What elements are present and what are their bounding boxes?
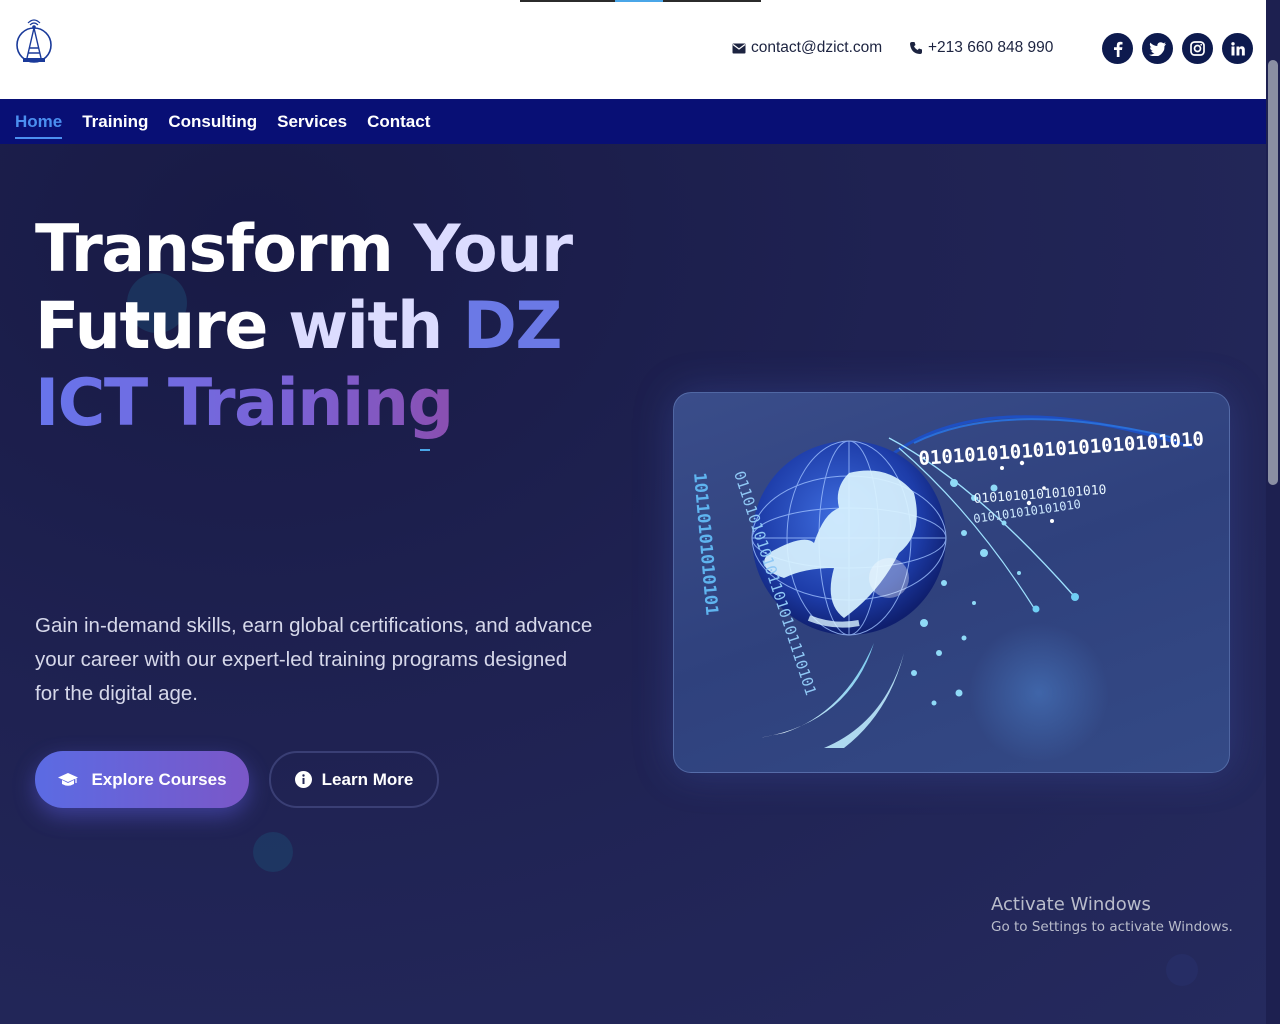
email-text: contact@dzict.com: [751, 39, 883, 56]
graduation-cap-icon: [58, 772, 79, 786]
social-links: [1102, 33, 1253, 64]
main-navigation: Home Training Consulting Services Contac…: [0, 99, 1266, 144]
linkedin-icon[interactable]: [1222, 33, 1253, 64]
watermark-title: Activate Windows: [991, 894, 1151, 915]
nav-item-contact[interactable]: Contact: [367, 111, 430, 133]
phone-text: +213 660 848 990: [928, 39, 1054, 56]
watermark-subtitle: Go to Settings to activate Windows.: [991, 919, 1233, 935]
decorative-bubble: [253, 832, 293, 872]
decorative-bubble: [1166, 954, 1198, 986]
explore-courses-label: Explore Courses: [91, 769, 227, 789]
hero-title-word: with: [288, 289, 443, 364]
phone-icon: [910, 42, 922, 54]
learn-more-button[interactable]: Learn More: [269, 751, 439, 808]
hero-title-word: DZ: [462, 289, 563, 364]
learn-more-label: Learn More: [321, 769, 414, 789]
nav-item-training[interactable]: Training: [82, 111, 148, 133]
hero-title: Transform Your Future with DZ ICT Traini…: [35, 211, 635, 442]
company-logo[interactable]: [15, 14, 53, 74]
instagram-icon[interactable]: [1182, 33, 1213, 64]
globe-binary-illustration: 0101010101010101010101010 01010101010101…: [689, 415, 1205, 763]
hero-title-word: Your: [413, 212, 573, 287]
binary-string: 10110101010101: [689, 472, 721, 616]
typing-cursor: [420, 449, 430, 451]
hero-subtitle: Gain in-demand skills, earn global certi…: [35, 614, 593, 705]
page-scrollbar-thumb[interactable]: [1268, 60, 1278, 485]
nav-item-services[interactable]: Services: [277, 111, 347, 133]
hero-title-highlight: ICT Training: [35, 366, 454, 441]
nav-item-consulting[interactable]: Consulting: [168, 111, 257, 133]
contact-email[interactable]: contact@dzict.com: [732, 39, 882, 57]
hero-image-card: 0101010101010101010101010 01010101010101…: [673, 392, 1230, 773]
facebook-icon[interactable]: [1102, 33, 1133, 64]
twitter-icon[interactable]: [1142, 33, 1173, 64]
envelope-icon: [732, 43, 746, 53]
info-circle-icon: [294, 771, 312, 788]
top-header: contact@dzict.com +213 660 848 990: [0, 0, 1266, 99]
page-load-indicator: [520, 0, 761, 2]
explore-courses-button[interactable]: Explore Courses: [35, 751, 249, 808]
binary-string: 0101010101010101010101010: [918, 428, 1205, 470]
windows-activation-watermark: Activate Windows Go to Settings to activ…: [991, 894, 1233, 935]
hero-title-word: Future: [35, 289, 268, 364]
nav-item-home[interactable]: Home: [15, 111, 63, 139]
contact-phone[interactable]: +213 660 848 990: [909, 39, 1053, 57]
hero-title-word: Transform: [35, 212, 394, 287]
